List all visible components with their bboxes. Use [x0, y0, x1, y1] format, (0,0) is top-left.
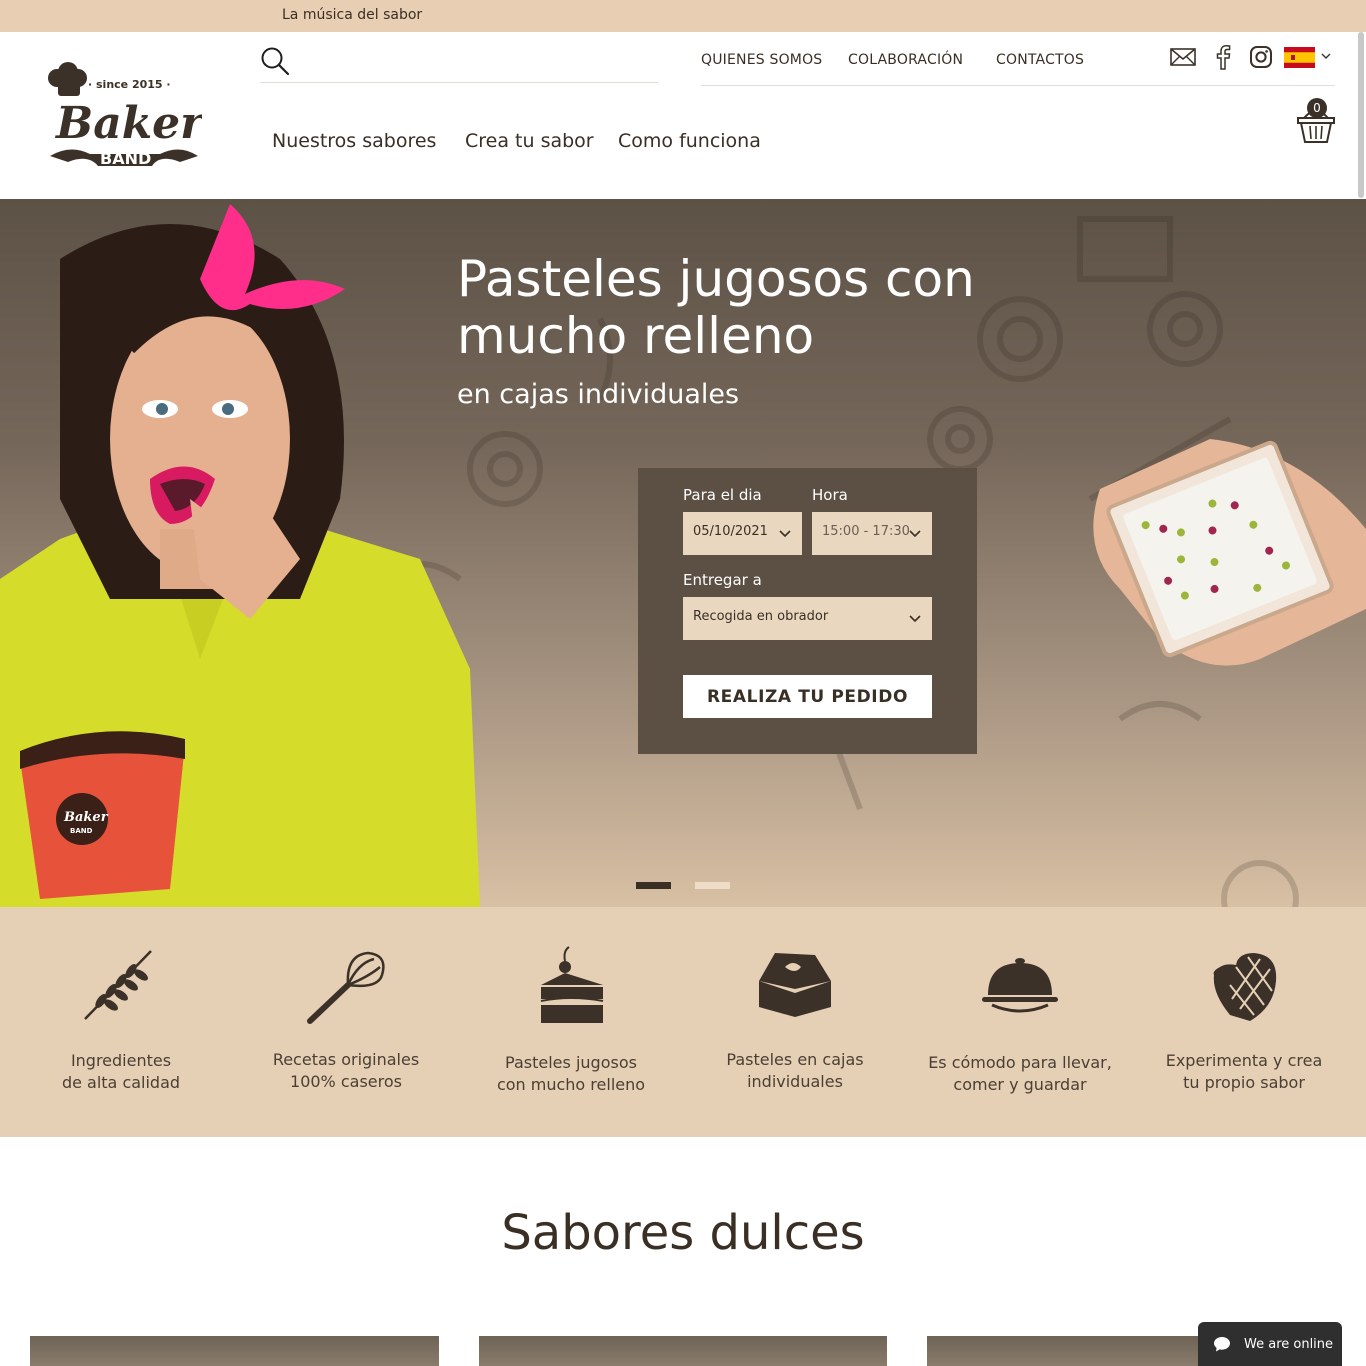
feature-item: Recetas originales 100% caseros: [234, 907, 458, 1137]
feature-item: Experimenta y crea tu propio sabor: [1132, 907, 1356, 1137]
baker-band-logo[interactable]: · since 2015 · Baker BAND: [40, 58, 202, 168]
nav-quienes-somos[interactable]: QUIENES SOMOS: [701, 52, 822, 68]
logo-since-text: · since 2015 ·: [88, 78, 171, 91]
order-button[interactable]: REALIZA TU PEDIDO: [683, 675, 932, 718]
spain-flag-icon[interactable]: [1284, 47, 1315, 68]
product-card[interactable]: [30, 1336, 439, 1366]
hero-subtitle: en cajas individuales: [457, 379, 740, 410]
cake-slice-icon: [540, 946, 604, 1023]
time-value: 15:00 - 17:30: [822, 524, 910, 539]
chevron-down-icon: [909, 615, 921, 623]
cake-box-logo-band: BAND: [70, 827, 93, 835]
order-form: Para el dia Hora 05/10/2021 15:00 - 17:3…: [638, 468, 977, 754]
deliver-select[interactable]: Recogida en obrador: [683, 597, 932, 640]
top-nav: QUIENES SOMOS COLABORACIÓN CONTACTOS: [701, 50, 1335, 86]
feature-item: Pasteles jugosos con mucho relleno: [459, 907, 683, 1137]
deliver-label: Entregar a: [683, 571, 762, 589]
whisk-icon: [307, 951, 385, 1024]
feature-item: Ingredientes de alta calidad: [9, 907, 233, 1137]
feature-item: Pasteles en cajas individuales: [683, 907, 907, 1137]
top-strip: La música del sabor: [0, 0, 1366, 32]
site-header: · since 2015 · Baker BAND QUIENES SOMOS …: [0, 32, 1366, 199]
date-select[interactable]: 05/10/2021: [683, 512, 802, 555]
facebook-icon[interactable]: [1210, 44, 1236, 70]
hand-holding-cake-box-image: [1093, 439, 1366, 666]
deliver-value: Recogida en obrador: [693, 609, 829, 624]
nav-colaboracion[interactable]: COLABORACIÓN: [848, 52, 963, 68]
chevron-down-icon: [909, 530, 921, 538]
woman-eating-cake-image: Baker BAND: [0, 204, 480, 907]
box-icon: [759, 953, 831, 1017]
slider-dot[interactable]: [695, 882, 730, 889]
product-card[interactable]: [479, 1336, 887, 1366]
scrollbar[interactable]: [1358, 32, 1364, 198]
feature-text: Recetas originales 100% caseros: [272, 1050, 420, 1091]
cake-box-logo-baker: Baker: [63, 810, 109, 825]
nav-nuestros-sabores[interactable]: Nuestros sabores: [272, 130, 436, 152]
instagram-icon[interactable]: [1248, 44, 1274, 70]
oven-mitt-icon: [1213, 953, 1277, 1021]
time-label: Hora: [812, 486, 848, 504]
chat-bubble-icon: [1214, 1337, 1230, 1352]
cloche-icon: [982, 958, 1058, 1013]
feature-item: Es cómodo para llevar, comer y guardar: [908, 907, 1132, 1137]
date-label: Para el dia: [683, 486, 762, 504]
nav-como-funciona[interactable]: Como funciona: [618, 130, 761, 152]
wheat-icon: [84, 950, 152, 1020]
logo-baker-text: Baker: [54, 98, 202, 149]
time-select[interactable]: 15:00 - 17:30: [812, 512, 932, 555]
date-value: 05/10/2021: [693, 524, 768, 539]
hero-title: Pasteles jugosos con mucho relleno: [457, 250, 975, 365]
tagline: La música del sabor: [282, 7, 423, 23]
feature-text: Experimenta y crea tu propio sabor: [1165, 1051, 1323, 1092]
slider-dot-active[interactable]: [636, 882, 671, 889]
search-input[interactable]: [300, 48, 650, 78]
chat-widget[interactable]: We are online: [1198, 1322, 1342, 1366]
mail-icon[interactable]: [1170, 44, 1196, 70]
nav-crea-tu-sabor[interactable]: Crea tu sabor: [465, 130, 594, 152]
search-bar: [260, 46, 658, 83]
nav-contactos[interactable]: CONTACTOS: [996, 52, 1084, 68]
feature-text: Es cómodo para llevar, comer y guardar: [928, 1053, 1112, 1094]
feature-text: Ingredientes de alta calidad: [61, 1051, 181, 1092]
chevron-down-icon: [779, 530, 791, 538]
features-strip: Ingredientes de alta calidad Recetas ori…: [0, 907, 1366, 1137]
section-title: Sabores dulces: [501, 1205, 865, 1261]
hero-banner: Baker BAND Pasteles jugosos con mucho re…: [0, 199, 1366, 907]
logo-band-text: BAND: [100, 149, 151, 168]
feature-text: Pasteles en cajas individuales: [726, 1050, 864, 1091]
cart-count-badge[interactable]: 0: [1307, 98, 1327, 118]
chat-label: We are online: [1244, 1337, 1334, 1352]
feature-text: Pasteles jugosos con mucho relleno: [496, 1053, 646, 1094]
search-icon[interactable]: [260, 46, 290, 76]
chevron-down-icon[interactable]: [1320, 50, 1332, 62]
